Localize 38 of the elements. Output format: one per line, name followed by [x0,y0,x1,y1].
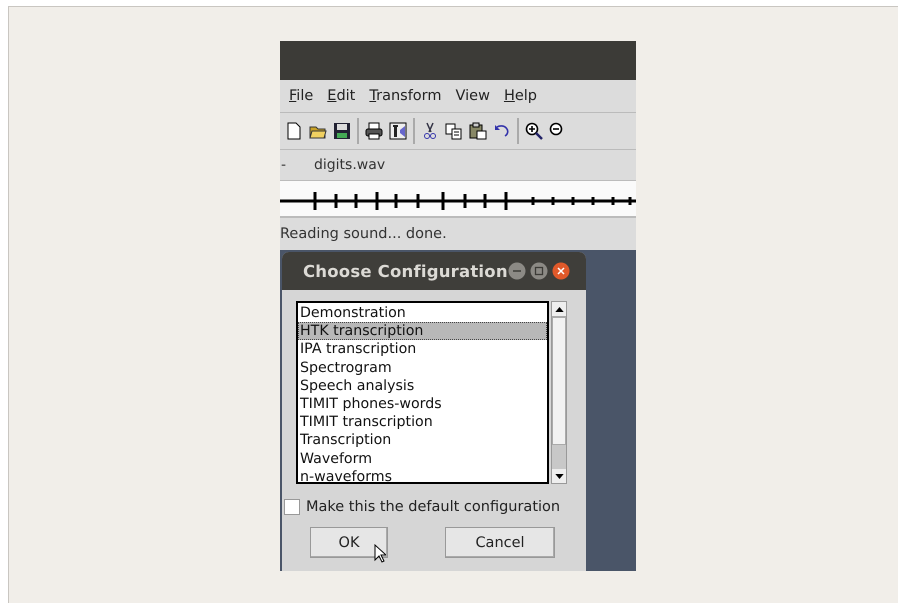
mouse-pointer-icon [374,544,386,563]
menu-item[interactable]: File [289,88,314,104]
dialog-title: Choose Configuration [303,262,508,280]
scroll-up-arrow-icon[interactable] [554,306,564,312]
list-item[interactable]: TIMIT transcription [298,413,547,432]
new-document-icon[interactable] [285,122,303,140]
info-speaker-icon[interactable] [389,122,407,140]
checkbox-label: Make this the default configuration [306,499,560,515]
configuration-list[interactable]: Demonstration HTK transcription IPA transcription Spectrogram Speech analysis TIMIT phones-words TIMIT transcription Transcription Waveform n-waveforms [296,301,549,484]
menu-item[interactable]: Help [504,88,537,104]
scrollbar-thumb[interactable] [552,317,566,445]
list-item[interactable]: Speech analysis [298,376,547,395]
list-item[interactable]: Waveform [298,450,547,468]
minimize-icon[interactable] [508,262,526,280]
list-item[interactable]: Transcription [298,431,547,450]
list-item[interactable]: n-waveforms [298,468,547,486]
dash-marker: - [281,157,288,173]
paste-icon[interactable] [469,122,487,140]
menu-item[interactable]: Transform [369,88,442,104]
checkbox[interactable] [284,499,300,515]
list-item[interactable]: IPA transcription [298,340,547,359]
cancel-button[interactable]: Cancel [445,527,555,558]
copy-icon[interactable] [445,122,463,140]
scissors-icon[interactable] [421,122,439,140]
list-item[interactable]: Demonstration [298,304,547,322]
menu-item[interactable]: Edit [327,88,356,104]
printer-icon[interactable] [365,122,383,140]
menu-item[interactable]: View [456,88,490,104]
scrollbar[interactable] [551,301,567,484]
close-icon[interactable] [552,262,570,280]
file-name: digits.wav [314,157,386,173]
zoom-in-icon[interactable] [525,122,543,140]
ok-button[interactable]: OK [310,527,388,558]
list-item[interactable]: TIMIT phones-words [298,394,547,414]
status-text: Reading sound... done. [280,225,448,244]
scroll-down-arrow-icon[interactable] [554,474,564,478]
list-item[interactable]: Spectrogram [298,358,547,377]
list-item[interactable]: HTK transcription [298,322,547,340]
